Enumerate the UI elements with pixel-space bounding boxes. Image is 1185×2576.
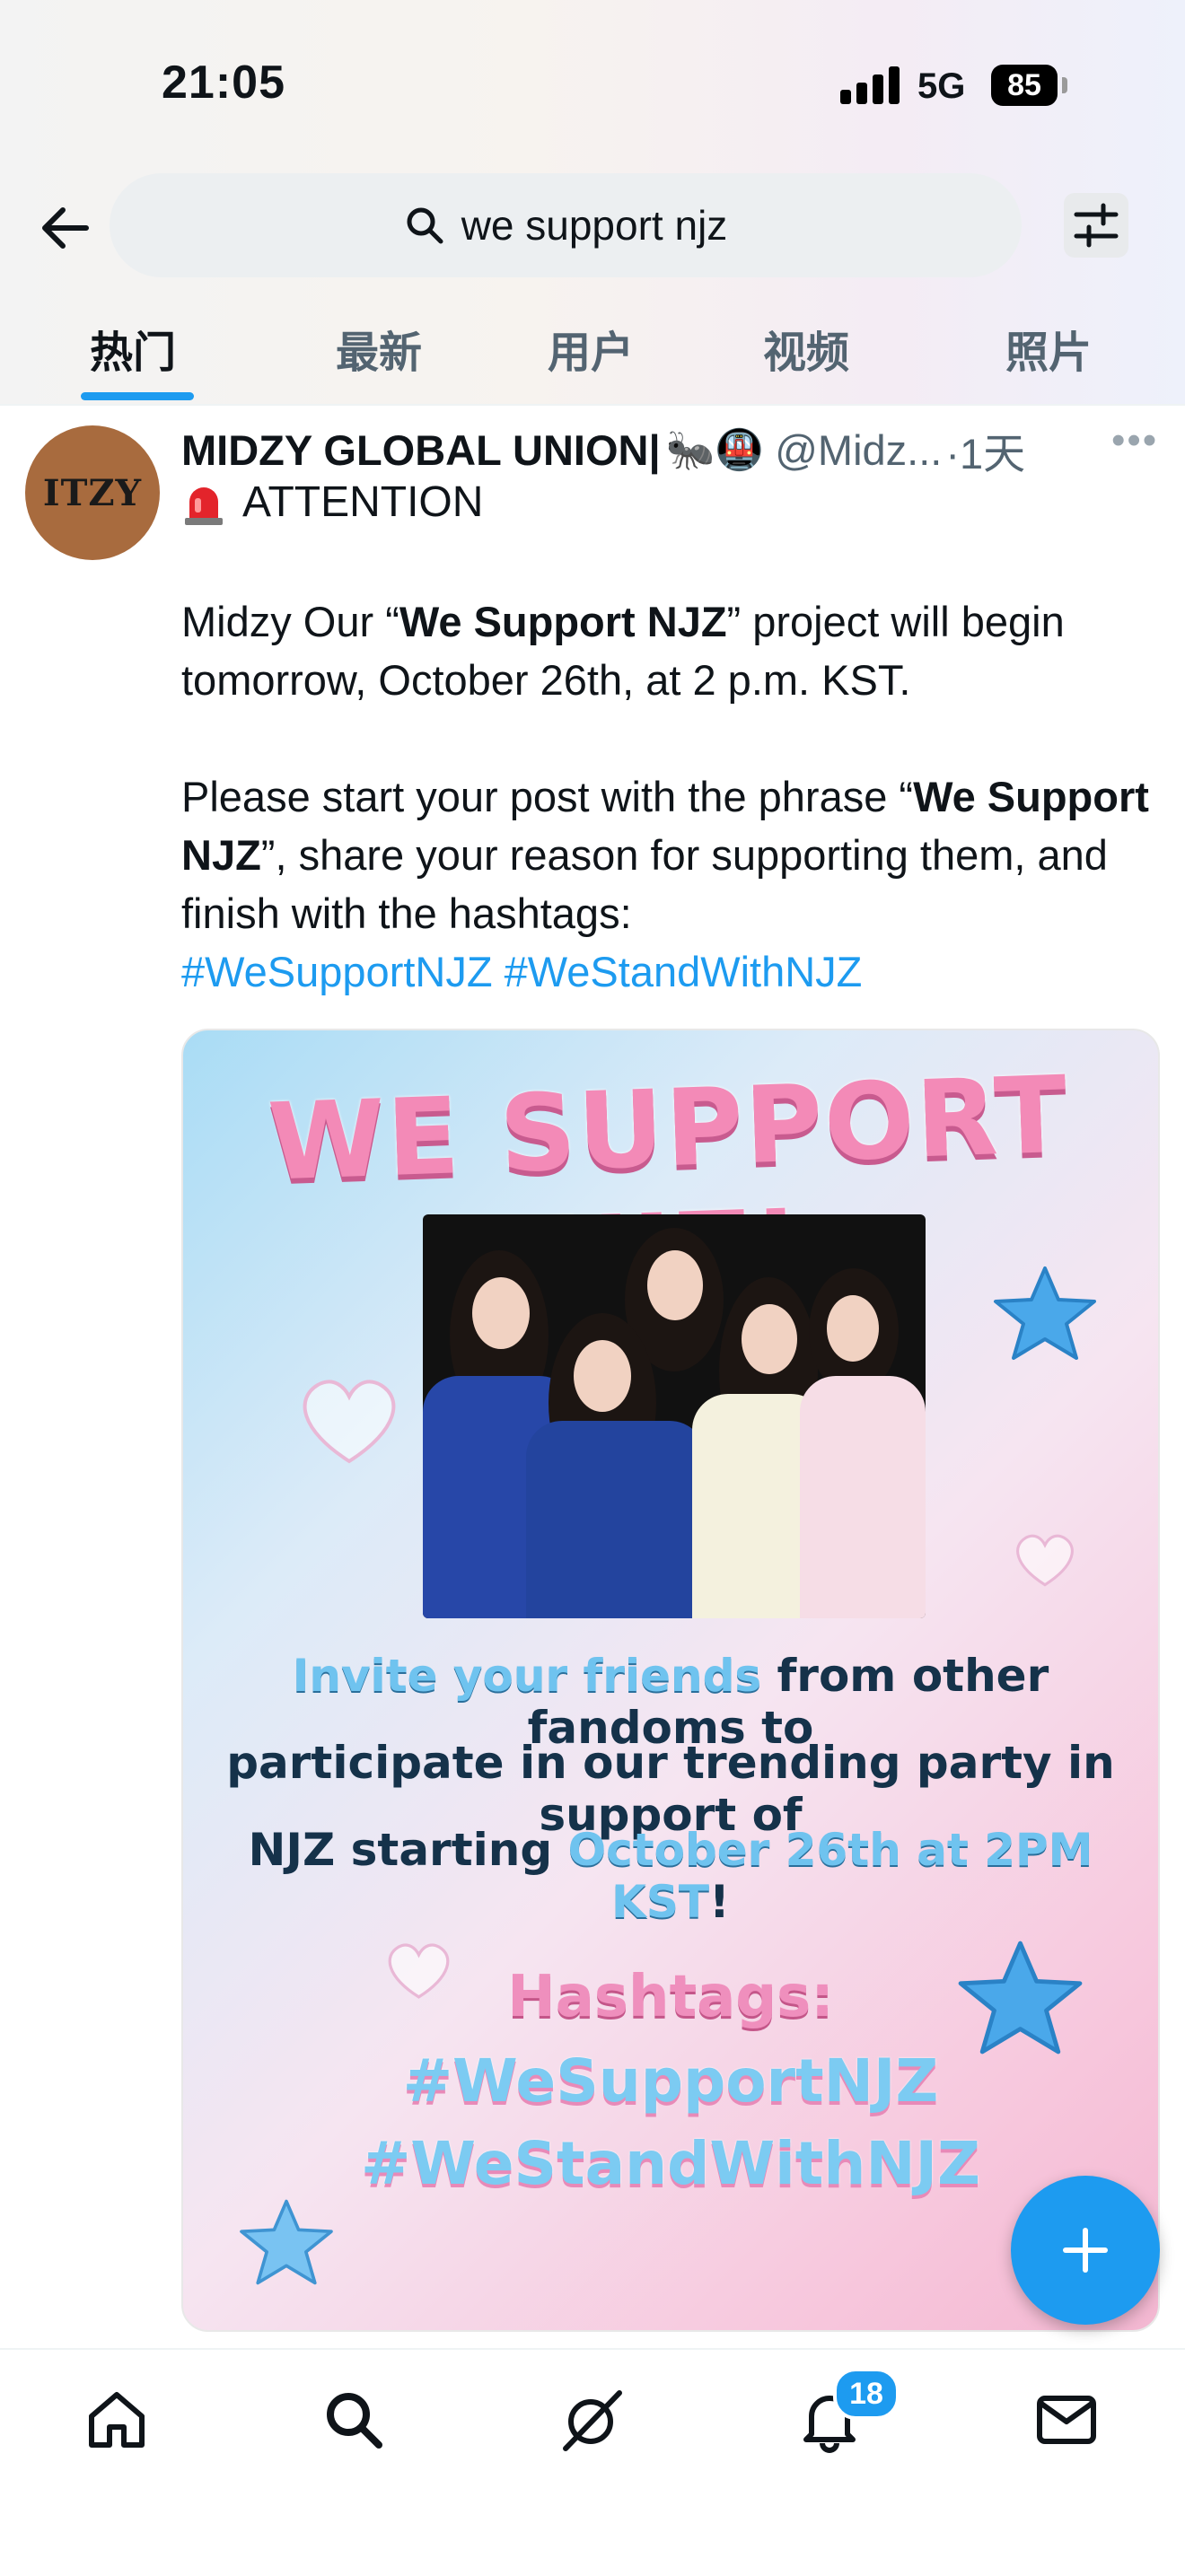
messages-mail-icon[interactable] xyxy=(1032,2386,1101,2454)
poster-line-1-highlight: Invite your friends xyxy=(292,1650,762,1702)
battery-tip xyxy=(1062,77,1067,93)
heart-decoration-icon xyxy=(388,1943,450,1999)
status-time: 21:05 xyxy=(162,57,285,109)
search-tabs: 热门 最新 用户 视频 照片 xyxy=(0,301,1185,404)
divider xyxy=(0,404,1185,406)
star-decoration-icon xyxy=(994,1266,1096,1360)
tweet-paragraph-2: Please start your post with the phrase “… xyxy=(181,767,1164,1001)
search-query: we support njz xyxy=(461,202,728,249)
heart-decoration-icon xyxy=(1016,1534,1074,1587)
group-photo xyxy=(423,1214,926,1618)
attention-line: ATTENTION xyxy=(181,478,483,527)
tweet-header: MIDZY GLOBAL UNION| 🐜🚇 @Midz... ·1天 xyxy=(181,418,1160,481)
tab-people[interactable]: 用户 xyxy=(548,317,634,380)
plus-icon xyxy=(1063,2228,1108,2273)
p1-bold: We Support NJZ xyxy=(399,598,727,645)
avatar[interactable]: ITZY xyxy=(25,425,160,560)
grok-icon[interactable] xyxy=(558,2386,627,2454)
poster-line-3-pre: NJZ starting xyxy=(248,1824,568,1876)
more-options-icon[interactable]: ••• xyxy=(1111,418,1158,463)
heart-decoration-icon xyxy=(303,1380,396,1464)
attention-text: ATTENTION xyxy=(242,478,484,526)
active-tab-indicator xyxy=(81,392,194,400)
explore-search-icon[interactable] xyxy=(320,2386,388,2454)
star-decoration-icon xyxy=(240,2199,333,2285)
filter-icon[interactable] xyxy=(1064,193,1128,258)
search-icon xyxy=(407,207,443,244)
tab-videos[interactable]: 视频 xyxy=(763,317,849,380)
poster-line-3: NJZ starting October 26th at 2PM KST! xyxy=(201,1824,1140,1928)
tweet-time: ·1天 xyxy=(945,429,1026,478)
search-input[interactable]: we support njz xyxy=(110,173,1022,277)
poster-line-3-highlight: October 26th at 2PM KST xyxy=(567,1824,1093,1928)
hashtag-link-2[interactable]: #WeStandWithNJZ xyxy=(505,948,863,995)
signal-icon xyxy=(840,66,900,104)
back-arrow-icon[interactable] xyxy=(36,199,93,257)
network-type: 5G xyxy=(917,66,966,106)
tab-photos[interactable]: 照片 xyxy=(1005,317,1092,380)
p2-pre: Please start your post with the phrase “ xyxy=(181,773,914,820)
poster-line-3-post: ! xyxy=(709,1876,730,1928)
notifications-badge: 18 xyxy=(833,2368,900,2420)
status-bar: 21:05 5G 85 xyxy=(0,0,1185,171)
star-decoration-icon xyxy=(958,1941,1083,2055)
p1-pre: Midzy Our “ xyxy=(181,598,399,645)
hashtag-link-1[interactable]: #WeSupportNJZ xyxy=(181,948,493,995)
tab-top[interactable]: 热门 xyxy=(90,317,176,380)
bottom-nav: 18 xyxy=(0,2348,1185,2576)
tweet-body: Midzy Our “We Support NJZ” project will … xyxy=(181,592,1164,1001)
compose-button[interactable] xyxy=(1011,2176,1160,2325)
author-emoji: 🐜🚇 xyxy=(665,428,765,472)
author-name[interactable]: MIDZY GLOBAL UNION| xyxy=(181,425,661,475)
siren-icon xyxy=(185,486,223,525)
p2-post: ”, share your reason for supporting them… xyxy=(181,831,1108,937)
author-handle[interactable]: @Midz... xyxy=(775,425,942,475)
home-icon[interactable] xyxy=(83,2386,151,2454)
avatar-text: ITZY xyxy=(42,471,143,514)
battery-icon: 85 xyxy=(991,65,1058,106)
tweet-paragraph-1: Midzy Our “We Support NJZ” project will … xyxy=(181,592,1164,709)
poster-hashtag-2: #WeStandWithNJZ xyxy=(361,2129,980,2198)
tweet-image[interactable]: WE SUPPORT NJZ! Invite your friends from… xyxy=(181,1029,1160,2332)
tab-latest[interactable]: 最新 xyxy=(336,317,422,380)
